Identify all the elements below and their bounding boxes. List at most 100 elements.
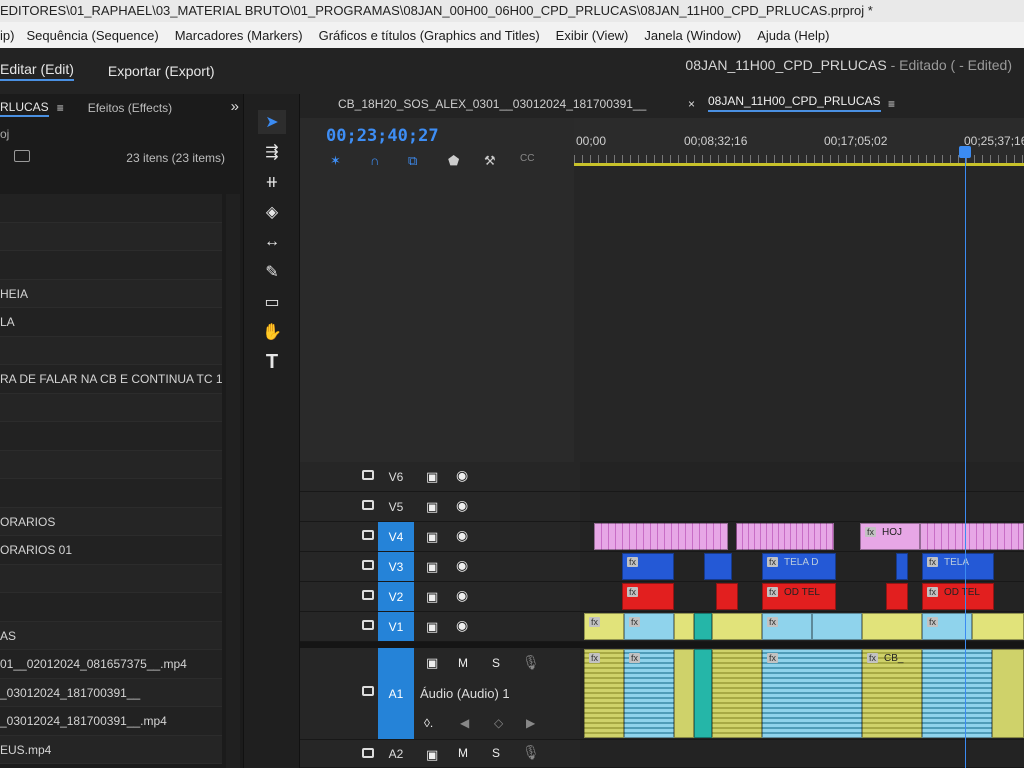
timeline-clip[interactable] bbox=[594, 523, 728, 550]
timeline-clip[interactable] bbox=[674, 613, 694, 640]
next-keyframe-icon[interactable]: ▶ bbox=[526, 716, 535, 730]
film-icon[interactable]: ▣ bbox=[426, 559, 438, 575]
timeline-clip[interactable]: fx TELA bbox=[922, 553, 994, 580]
menu-item-graphics[interactable]: Gráficos e títulos (Graphics and Titles) bbox=[319, 28, 540, 43]
track-name[interactable]: V1 bbox=[378, 612, 414, 641]
timeline-clip[interactable]: fx bbox=[762, 649, 862, 738]
lock-icon[interactable] bbox=[362, 500, 374, 510]
add-keyframe-icon[interactable]: ◇ bbox=[494, 716, 503, 730]
mute-button[interactable]: M bbox=[458, 746, 468, 760]
timeline-clip[interactable] bbox=[886, 583, 908, 610]
track-name[interactable]: A2 bbox=[378, 740, 414, 767]
timeline-clip[interactable] bbox=[896, 553, 908, 580]
menu-item-clip[interactable]: ip) bbox=[0, 28, 14, 43]
list-item[interactable]: ORARIOS 01 bbox=[0, 536, 222, 565]
list-item[interactable]: _03012024_181700391__ bbox=[0, 678, 222, 707]
list-item[interactable]: EUS.mp4 bbox=[0, 735, 222, 764]
microphone-icon[interactable]: 🎙 bbox=[522, 744, 540, 761]
panel-menu-icon[interactable]: ≡ bbox=[888, 97, 895, 111]
track-name[interactable]: V4 bbox=[378, 522, 414, 551]
razor-tool-icon[interactable]: ◈ bbox=[258, 200, 286, 224]
timeline-clip[interactable]: fx OD TEL bbox=[762, 583, 836, 610]
lock-icon[interactable] bbox=[362, 560, 374, 570]
menu-item-view[interactable]: Exibir (View) bbox=[556, 28, 629, 43]
menu-item-window[interactable]: Janela (Window) bbox=[644, 28, 741, 43]
wrench-icon[interactable]: ⚒ bbox=[484, 153, 496, 169]
track-name[interactable]: V5 bbox=[378, 492, 414, 521]
hand-tool-icon[interactable]: ✋ bbox=[258, 320, 286, 344]
tab-project[interactable]: RLUCAS bbox=[0, 100, 49, 117]
film-icon[interactable]: ▣ bbox=[426, 469, 438, 485]
timeline-clip[interactable] bbox=[736, 523, 834, 550]
list-item[interactable] bbox=[0, 336, 222, 365]
microphone-icon[interactable]: 🎙 bbox=[522, 654, 540, 671]
sequence-tab-inactive[interactable]: CB_18H20_SOS_ALEX_0301__03012024_1817003… bbox=[338, 97, 646, 111]
list-item[interactable]: HEIA bbox=[0, 279, 222, 308]
timeline-clip[interactable] bbox=[694, 649, 712, 738]
list-item[interactable] bbox=[0, 564, 222, 593]
timeline-clip[interactable] bbox=[862, 613, 922, 640]
sequence-tab-active[interactable]: 08JAN_11H00_CPD_PRLUCAS bbox=[708, 94, 881, 112]
lock-icon[interactable] bbox=[362, 590, 374, 600]
snap-icon[interactable]: ∩ bbox=[370, 153, 379, 168]
chevron-double-right-icon[interactable]: » bbox=[231, 98, 239, 115]
tab-edit[interactable]: Editar (Edit) bbox=[0, 61, 74, 81]
tab-export[interactable]: Exportar (Export) bbox=[108, 63, 215, 79]
list-item[interactable]: _03012024_181700391__.mp4 bbox=[0, 707, 222, 736]
list-item[interactable]: ORARIOS bbox=[0, 507, 222, 536]
project-scrollbar[interactable] bbox=[226, 194, 240, 768]
timeline-clip[interactable] bbox=[716, 583, 738, 610]
timeline-clip[interactable] bbox=[712, 649, 762, 738]
film-icon[interactable]: ▣ bbox=[426, 655, 438, 671]
list-item[interactable]: AS bbox=[0, 621, 222, 650]
playhead-line[interactable] bbox=[965, 150, 966, 768]
linked-selection-icon[interactable]: ⧉ bbox=[408, 153, 417, 169]
film-icon[interactable]: ▣ bbox=[426, 529, 438, 545]
film-icon[interactable]: ▣ bbox=[426, 589, 438, 605]
solo-button[interactable]: S bbox=[492, 746, 500, 760]
lock-icon[interactable] bbox=[362, 686, 374, 696]
list-item[interactable] bbox=[0, 393, 222, 422]
captions-icon[interactable]: CC bbox=[520, 153, 534, 164]
timeline-clip[interactable] bbox=[920, 523, 1024, 550]
track-name[interactable]: V3 bbox=[378, 552, 414, 581]
timeline-clip[interactable]: fx CB_ bbox=[862, 649, 922, 738]
eye-icon[interactable]: ◉ bbox=[456, 617, 468, 634]
panel-menu-icon[interactable]: ≡ bbox=[57, 101, 64, 115]
lock-icon[interactable] bbox=[362, 470, 374, 480]
timeline-clip[interactable] bbox=[704, 553, 732, 580]
type-tool-icon[interactable]: T bbox=[258, 350, 286, 374]
lock-icon[interactable] bbox=[362, 530, 374, 540]
eye-icon[interactable]: ◉ bbox=[456, 557, 468, 574]
eye-icon[interactable]: ◉ bbox=[456, 467, 468, 484]
rectangle-tool-icon[interactable]: ▭ bbox=[258, 290, 286, 314]
mute-button[interactable]: M bbox=[458, 656, 468, 670]
menu-item-markers[interactable]: Marcadores (Markers) bbox=[175, 28, 303, 43]
timeline-clip[interactable]: fx bbox=[622, 583, 674, 610]
eye-icon[interactable]: ◉ bbox=[456, 497, 468, 514]
timeline-clip[interactable]: fx bbox=[624, 613, 674, 640]
timeline-clip[interactable] bbox=[712, 613, 762, 640]
timeline-clip[interactable] bbox=[992, 649, 1024, 738]
timeline-clip[interactable]: fx bbox=[762, 613, 812, 640]
timeline-clip[interactable] bbox=[674, 649, 694, 738]
pen-tool-icon[interactable]: ✎ bbox=[258, 260, 286, 284]
menu-item-sequence[interactable]: Sequência (Sequence) bbox=[26, 28, 158, 43]
lock-icon[interactable] bbox=[362, 748, 374, 758]
timeline-clip[interactable]: fx TELA D bbox=[762, 553, 836, 580]
list-item[interactable]: 01__02012024_081657375__.mp4 bbox=[0, 650, 222, 679]
ripple-edit-tool-icon[interactable]: ⧺ bbox=[258, 170, 286, 194]
timeline-clip[interactable] bbox=[922, 649, 992, 738]
track-name[interactable]: V6 bbox=[378, 462, 414, 491]
list-item[interactable] bbox=[0, 194, 222, 223]
list-item[interactable] bbox=[0, 422, 222, 451]
keyframe-icon[interactable]: ◊. bbox=[424, 716, 433, 730]
selection-tool-icon[interactable]: ➤ bbox=[258, 110, 286, 134]
solo-button[interactable]: S bbox=[492, 656, 500, 670]
tab-effects[interactable]: Efeitos (Effects) bbox=[88, 101, 172, 115]
timeline-clip[interactable]: fx bbox=[624, 649, 674, 738]
slip-tool-icon[interactable]: ↔ bbox=[258, 230, 286, 254]
film-icon[interactable]: ▣ bbox=[426, 499, 438, 515]
nest-icon[interactable]: ✶ bbox=[330, 153, 341, 169]
track-name[interactable]: V2 bbox=[378, 582, 414, 611]
